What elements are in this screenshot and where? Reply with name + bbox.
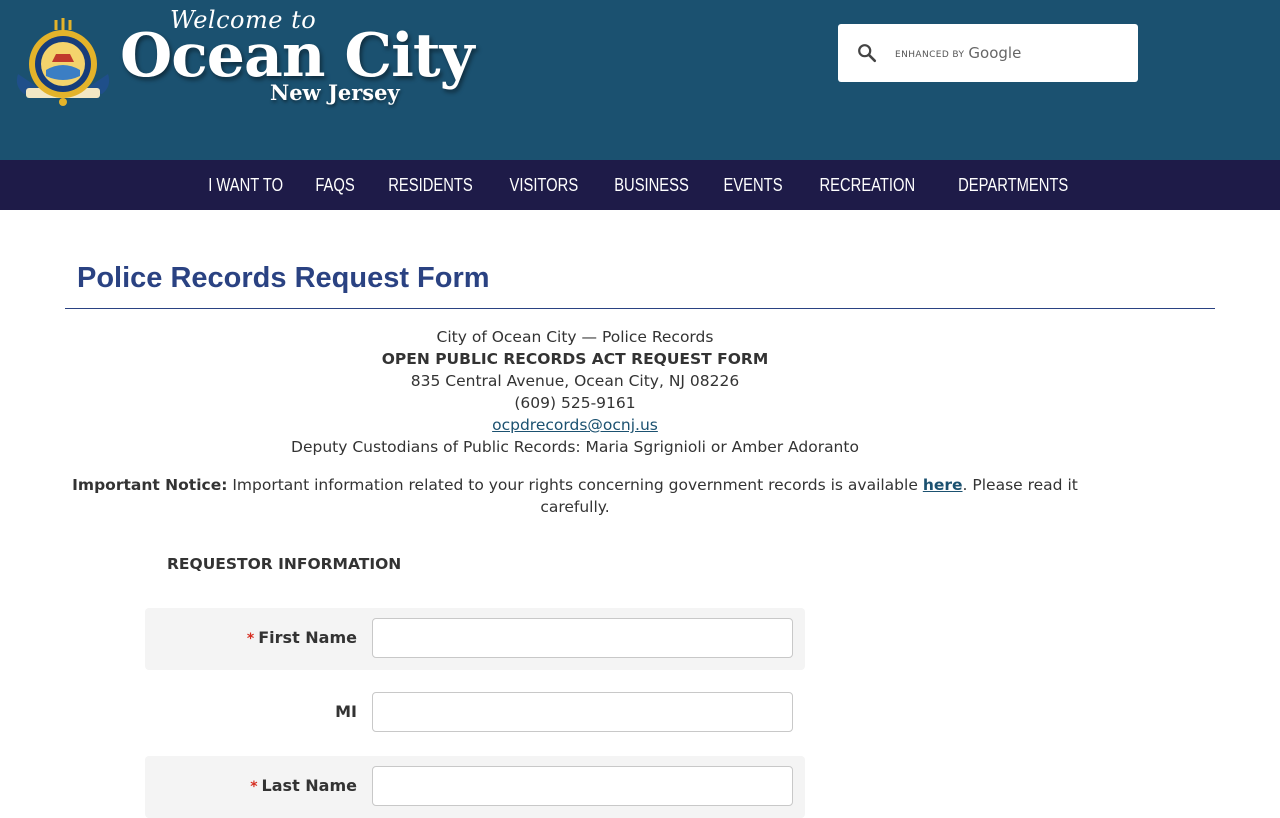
main-navigation: I WANT TO FAQS RESIDENTS VISITORS BUSINE… [0, 160, 1280, 210]
nav-item-recreation[interactable]: RECREATION [815, 175, 921, 196]
info-address: 835 Central Avenue, Ocean City, NJ 08226 [410, 372, 740, 390]
first-name-label: * First Name [246, 628, 357, 647]
search-input[interactable] [894, 36, 1124, 70]
info-email-link[interactable]: ocpdrecords@ocnj.us [492, 416, 658, 434]
nav-item-business[interactable]: BUSINESS [609, 175, 693, 196]
site-header: Welcome to Ocean City New Jersey ENHANCE… [0, 0, 1280, 160]
notice-label: Important Notice: [72, 476, 228, 494]
nav-item-events[interactable]: EVENTS [719, 175, 788, 196]
first-name-input[interactable] [372, 618, 793, 658]
nav-item-residents[interactable]: RESIDENTS [384, 175, 478, 196]
title-divider [65, 308, 1215, 309]
info-form-title: OPEN PUBLIC RECORDS ACT REQUEST FORM [381, 350, 769, 368]
info-custodians: Deputy Custodians of Public Records: Mar… [291, 438, 859, 456]
last-name-label: * Last Name [250, 776, 357, 795]
info-department: City of Ocean City — Police Records [436, 328, 714, 346]
search-icon[interactable] [856, 42, 878, 64]
page-title: Police Records Request Form [77, 262, 490, 294]
nav-item-faqs[interactable]: FAQS [311, 175, 360, 196]
nav-item-departments[interactable]: DEPARTMENTS [953, 175, 1073, 196]
mi-input[interactable] [372, 692, 793, 732]
site-search: ENHANCED BY Google [838, 24, 1138, 82]
records-contact-info: City of Ocean City — Police Records OPEN… [65, 326, 1085, 458]
notice-here-link[interactable]: here [923, 476, 963, 494]
state-name: New Jersey [270, 80, 400, 105]
form-row-last-name: * Last Name [145, 756, 805, 818]
nav-item-i-want-to[interactable]: I WANT TO [203, 175, 288, 196]
important-notice: Important Notice: Important information … [65, 474, 1085, 518]
form-row-mi: MI [145, 682, 805, 744]
info-phone: (609) 525-9161 [514, 394, 636, 412]
required-marker: * [250, 779, 258, 795]
nav-item-visitors[interactable]: VISITORS [505, 175, 583, 196]
mi-label: MI [335, 702, 357, 721]
city-seal-logo[interactable] [12, 14, 114, 108]
required-marker: * [246, 631, 255, 647]
last-name-input[interactable] [372, 766, 793, 806]
section-heading-requestor: REQUESTOR INFORMATION [167, 555, 402, 573]
notice-text: Important information related to your ri… [232, 476, 918, 494]
form-row-first-name: * First Name [145, 608, 805, 670]
